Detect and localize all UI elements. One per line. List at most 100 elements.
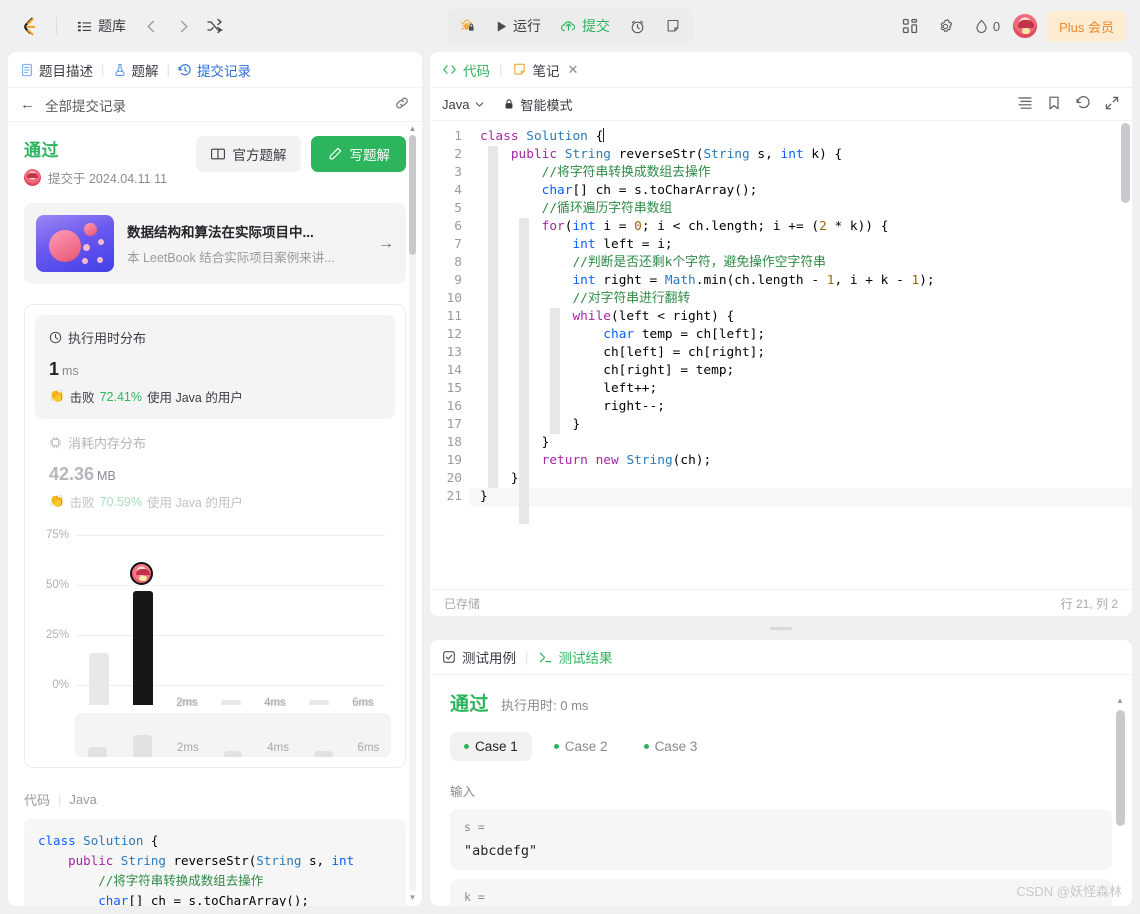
left-scrollbar[interactable]: ▲ ▼ [406, 122, 419, 904]
back-label[interactable]: 全部提交记录 [45, 95, 126, 115]
chart-bar[interactable] [132, 591, 153, 705]
chart-bar[interactable] [308, 700, 329, 705]
timer-button[interactable] [620, 13, 655, 40]
test-scrollbar[interactable]: ▲ [1115, 696, 1127, 900]
scrollbar-track[interactable] [409, 135, 416, 891]
settings-button[interactable] [930, 10, 962, 42]
code-line[interactable]: class Solution { [470, 128, 1132, 146]
debug-button[interactable] [450, 13, 485, 40]
link-icon[interactable] [394, 95, 410, 114]
leetbook-promo-card[interactable]: 数据结构和算法在实际项目中... 本 LeetBook 结合实际项目案例来讲..… [24, 203, 406, 284]
undo-icon[interactable] [1075, 95, 1091, 114]
chart-minimap[interactable]: 2ms 4ms 6ms [75, 713, 391, 757]
runtime-distribution-chart[interactable]: 0% 25% 50% 75% 2ms 4ms 6ms [39, 525, 391, 709]
code-line[interactable]: char temp = ch[left]; [470, 326, 1132, 344]
leetcode-logo[interactable] [14, 11, 44, 41]
button-label: 官方题解 [232, 148, 287, 163]
code-line[interactable]: return new String(ch); [470, 452, 1132, 470]
code-line[interactable]: } [470, 416, 1132, 434]
scroll-up-icon[interactable]: ▲ [406, 122, 419, 135]
case-tab-2[interactable]: Case 2 [540, 732, 622, 761]
clock-icon [49, 331, 62, 344]
close-icon[interactable]: ✕ [568, 62, 579, 78]
scroll-up-icon[interactable]: ▲ [1116, 696, 1124, 705]
run-button[interactable]: 运行 [486, 11, 550, 41]
tab-test-cases[interactable]: 测试用例 [442, 647, 516, 667]
code-line[interactable]: char[] ch = s.toCharArray(); [470, 182, 1132, 200]
memory-header: 消耗内存分布 [49, 433, 381, 452]
code-line[interactable]: //对字符串进行翻转 [470, 290, 1132, 308]
code-line[interactable]: for(int i = 0; i < ch.length; i += (2 * … [470, 218, 1132, 236]
input-box-s[interactable]: s = "abcdefg" [450, 809, 1112, 870]
plus-membership-button[interactable]: Plus 会员 [1047, 10, 1126, 42]
app-root: 题库 运行 提交 0 Plus 会员 题目描述 | 题解 | 提交记录 ← 全部… [0, 0, 1140, 914]
code-line[interactable]: int left = i; [470, 236, 1132, 254]
code-area[interactable]: 1 2 3 4 5 6 7 8 9 10 11 12 13 14 15 16 17 18 19 20 21 class … [430, 121, 1132, 589]
tab-note[interactable]: 笔记 ✕ [512, 60, 579, 80]
editor-scrollbar-thumb[interactable] [1121, 123, 1130, 203]
problemset-button[interactable]: 题库 [69, 11, 134, 41]
case-tab-1[interactable]: Case 1 [450, 732, 532, 761]
scrollbar-thumb[interactable] [1116, 710, 1125, 826]
streak-button[interactable]: 0 [966, 14, 1008, 39]
tab-test-result[interactable]: 测试结果 [538, 647, 613, 667]
code-line[interactable]: } [470, 488, 1132, 506]
code-line[interactable]: //循环遍历字符串数组 [470, 200, 1132, 218]
write-solution-button[interactable]: 写题解 [310, 136, 406, 172]
code-line[interactable]: } [470, 434, 1132, 452]
code-line[interactable]: while(left < right) { [470, 308, 1132, 326]
left-scroll-region: 通过 提交于 2024.04.11 11 官方题解 写题解 数据结构和算法在实际… [8, 122, 422, 906]
promo-subtitle: 本 LeetBook 结合实际项目案例来讲... [127, 251, 335, 265]
case-tab-3[interactable]: Case 3 [630, 732, 712, 761]
runtime-stat-block[interactable]: 执行用时分布 1 ms 👏 击败 72.41% 使用 Java 的用户 [35, 315, 395, 419]
editor-tool-icons [1017, 95, 1120, 114]
prev-problem-button[interactable] [136, 11, 166, 41]
bookmark-icon[interactable] [1046, 95, 1062, 114]
memory-stat-block[interactable]: 消耗内存分布 42.36 MB 👏 击败 70.59% 使用 Java 的用户 [35, 429, 395, 511]
official-solution-button[interactable]: 官方题解 [195, 136, 301, 172]
case-label: Case 2 [564, 739, 608, 754]
code-line[interactable]: ch[left] = ch[right]; [470, 344, 1132, 362]
line-number: 16 [446, 399, 462, 414]
shuffle-button[interactable] [200, 11, 230, 41]
line-number: 18 [446, 435, 462, 450]
panel-resize-handle[interactable] [430, 624, 1132, 632]
left-subheader: ← 全部提交记录 [8, 88, 422, 122]
chart-bar[interactable] [88, 653, 109, 705]
input-key: k = [464, 890, 485, 904]
user-avatar[interactable] [1012, 13, 1039, 39]
chevron-left-icon [147, 20, 154, 32]
run-label: 运行 [513, 18, 541, 34]
expand-icon[interactable] [1104, 95, 1120, 114]
test-result-summary: 通过 执行用时: 0 ms [450, 689, 1112, 716]
back-arrow-icon[interactable]: ← [20, 96, 35, 113]
scrollbar-thumb[interactable] [409, 135, 416, 255]
code-line[interactable]: public String reverseStr(String s, int k… [470, 146, 1132, 164]
tab-problem-description[interactable]: 题目描述 [20, 60, 93, 80]
smart-mode-toggle[interactable]: 智能模式 [503, 95, 572, 114]
code-line[interactable]: //判断是否还剩k个字符，避免操作空字符串 [470, 254, 1132, 272]
scroll-down-icon[interactable]: ▼ [406, 891, 419, 904]
code-lines[interactable]: class Solution { public String reverseSt… [470, 121, 1132, 589]
line-number: 5 [454, 201, 462, 216]
code-line[interactable]: right--; [470, 398, 1132, 416]
submit-button[interactable]: 提交 [551, 11, 619, 41]
tab-submission-history[interactable]: 提交记录 [178, 60, 251, 80]
apps-button[interactable] [894, 10, 926, 42]
code-line[interactable]: //将字符串转换成数组去操作 [470, 164, 1132, 182]
next-problem-button[interactable] [168, 11, 198, 41]
note-button[interactable] [656, 13, 690, 39]
arrow-right-icon[interactable]: → [378, 235, 394, 253]
format-icon[interactable] [1017, 95, 1033, 114]
code-line[interactable]: ch[right] = temp; [470, 362, 1132, 380]
tab-solutions[interactable]: 题解 [113, 60, 159, 80]
code-line[interactable]: } [470, 470, 1132, 488]
tab-code[interactable]: 代码 [442, 60, 490, 80]
chart-bar[interactable] [220, 700, 241, 705]
input-box-k[interactable]: k = - [450, 879, 1112, 906]
chevron-right-icon [180, 20, 187, 32]
code-line[interactable]: left++; [470, 380, 1132, 398]
language-selector[interactable]: Java [442, 97, 485, 112]
code-line[interactable]: int right = Math.min(ch.length - 1, i + … [470, 272, 1132, 290]
line-number: 21 [446, 489, 462, 504]
